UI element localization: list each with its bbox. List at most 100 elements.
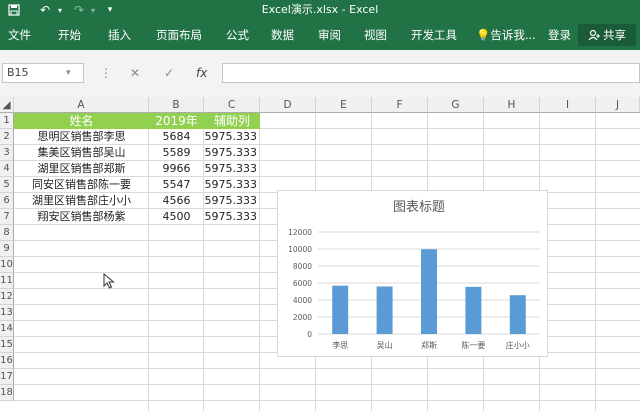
y-tick-label: 12000: [288, 228, 312, 237]
chart-bar: [509, 295, 526, 334]
table-cell-value[interactable]: 5684: [149, 129, 204, 145]
tell-me-box[interactable]: 💡告诉我...: [476, 20, 536, 50]
y-tick-label: 8000: [293, 262, 312, 271]
y-tick-label: 2000: [293, 313, 312, 322]
y-tick-label: 4000: [293, 296, 312, 305]
bar-chart[interactable]: 图表标题 0 2000 4000 6000 8000 10000 12000 李思 吴山 郑斯 陈一要…: [277, 190, 548, 357]
name-box[interactable]: B15: [2, 63, 84, 83]
table-cell-helper[interactable]: 5975.333: [204, 161, 260, 177]
tell-me-label: 告诉我...: [490, 28, 536, 42]
tab-formulas[interactable]: 公式: [226, 20, 249, 50]
table-cell-value[interactable]: 4566: [149, 193, 204, 209]
gridline: [14, 400, 640, 401]
tab-home[interactable]: 开始: [58, 20, 81, 50]
column-header-d[interactable]: D: [260, 97, 316, 113]
row-header[interactable]: 3: [0, 145, 14, 161]
row-header[interactable]: 2: [0, 129, 14, 145]
share-button[interactable]: 共享: [578, 24, 636, 46]
row-header[interactable]: 12: [0, 289, 14, 305]
table-cell-helper[interactable]: 5975.333: [204, 129, 260, 145]
table-cell-name[interactable]: 湖里区销售部郑斯: [14, 161, 149, 177]
table-cell-value[interactable]: 5547: [149, 177, 204, 193]
row-header[interactable]: 15: [0, 337, 14, 353]
row-header[interactable]: 10: [0, 257, 14, 273]
select-all-corner[interactable]: ◢: [0, 97, 14, 113]
enter-icon[interactable]: ✓: [164, 63, 174, 83]
table-cell-name[interactable]: 集美区销售部吴山: [14, 145, 149, 161]
table-cell-helper[interactable]: 5975.333: [204, 193, 260, 209]
table-cell-helper[interactable]: 5975.333: [204, 209, 260, 225]
gridline: [14, 368, 640, 369]
table-cell-name[interactable]: 翔安区销售部杨紫: [14, 209, 149, 225]
row-header[interactable]: 7: [0, 209, 14, 225]
user-add-icon: [588, 29, 600, 41]
login-link[interactable]: 登录: [548, 20, 571, 50]
column-header-e[interactable]: E: [316, 97, 372, 113]
column-header-j[interactable]: J: [596, 97, 640, 113]
table-header-helper[interactable]: 辅助列: [204, 113, 260, 129]
table-cell-value[interactable]: 4500: [149, 209, 204, 225]
chart-bar: [421, 249, 437, 334]
column-header-f[interactable]: F: [372, 97, 428, 113]
chart-plot: 图表标题 0 2000 4000 6000 8000 10000 12000 李思 吴山 郑斯 陈一要…: [288, 200, 540, 350]
column-header-c[interactable]: C: [204, 97, 260, 113]
row-header[interactable]: 6: [0, 193, 14, 209]
row-header[interactable]: 13: [0, 305, 14, 321]
row-header[interactable]: 11: [0, 273, 14, 289]
window-title: Excel演示.xlsx - Excel: [261, 3, 379, 16]
insert-function-icon[interactable]: fx: [196, 63, 207, 83]
ribbon-tabs: 文件 开始 插入 页面布局 公式 数据 审阅 视图 开发工具 💡告诉我... 登…: [0, 20, 640, 50]
mouse-cursor-icon: [103, 273, 115, 289]
chart-bar: [376, 286, 393, 334]
name-box-dropdown-icon[interactable]: ▾: [66, 63, 71, 83]
row-header[interactable]: 4: [0, 161, 14, 177]
chart-title: 图表标题: [393, 200, 445, 215]
row-header[interactable]: 16: [0, 353, 14, 369]
formula-input[interactable]: [222, 63, 640, 83]
share-label: 共享: [603, 28, 626, 42]
table-header-2019[interactable]: 2019年: [149, 113, 204, 129]
tab-view[interactable]: 视图: [364, 20, 387, 50]
gridline: [14, 384, 640, 385]
column-header-a[interactable]: A: [14, 97, 149, 113]
table-header-name[interactable]: 姓名: [14, 113, 149, 129]
column-header-g[interactable]: G: [428, 97, 484, 113]
table-cell-name[interactable]: 同安区销售部陈一要: [14, 177, 149, 193]
row-header[interactable]: 5: [0, 177, 14, 193]
x-tick-label: 庄小小: [506, 340, 530, 350]
chart-bar: [465, 286, 482, 334]
x-tick-label: 李思: [332, 340, 348, 350]
row-header[interactable]: 14: [0, 321, 14, 337]
table-cell-helper[interactable]: 5975.333: [204, 177, 260, 193]
table-cell-name[interactable]: 湖里区销售部庄小小: [14, 193, 149, 209]
formula-bar: B15 ▾ ⋮ ✕ ✓ fx: [0, 50, 640, 98]
table-cell-value[interactable]: 5589: [149, 145, 204, 161]
tab-data[interactable]: 数据: [271, 20, 294, 50]
table-cell-value[interactable]: 9966: [149, 161, 204, 177]
tab-insert[interactable]: 插入: [108, 20, 131, 50]
x-tick-label: 吴山: [377, 340, 393, 350]
column-header-h[interactable]: H: [484, 97, 540, 113]
table-cell-name[interactable]: 思明区销售部李思: [14, 129, 149, 145]
y-tick-label: 10000: [288, 245, 312, 254]
tab-review[interactable]: 审阅: [318, 20, 341, 50]
lightbulb-icon: 💡: [476, 28, 491, 42]
chart-bar: [332, 285, 349, 334]
tab-page-layout[interactable]: 页面布局: [156, 20, 202, 50]
formula-options-icon: ⋮: [100, 66, 112, 80]
row-header[interactable]: 17: [0, 369, 14, 385]
row-header[interactable]: 9: [0, 241, 14, 257]
row-header[interactable]: 8: [0, 225, 14, 241]
row-header[interactable]: 18: [0, 385, 14, 401]
column-header-b[interactable]: B: [149, 97, 204, 113]
x-tick-label: 陈一要: [461, 340, 485, 350]
y-tick-label: 6000: [293, 279, 312, 288]
row-header[interactable]: 1: [0, 113, 14, 129]
title-bar: ↶ ▾ ↷ ▾ ▾ Excel演示.xlsx - Excel: [0, 0, 640, 20]
table-cell-helper[interactable]: 5975.333: [204, 145, 260, 161]
tab-developer[interactable]: 开发工具: [411, 20, 457, 50]
column-header-i[interactable]: I: [540, 97, 596, 113]
cancel-icon[interactable]: ✕: [130, 63, 140, 83]
y-tick-label: 0: [307, 330, 312, 339]
tab-file[interactable]: 文件: [8, 20, 31, 50]
